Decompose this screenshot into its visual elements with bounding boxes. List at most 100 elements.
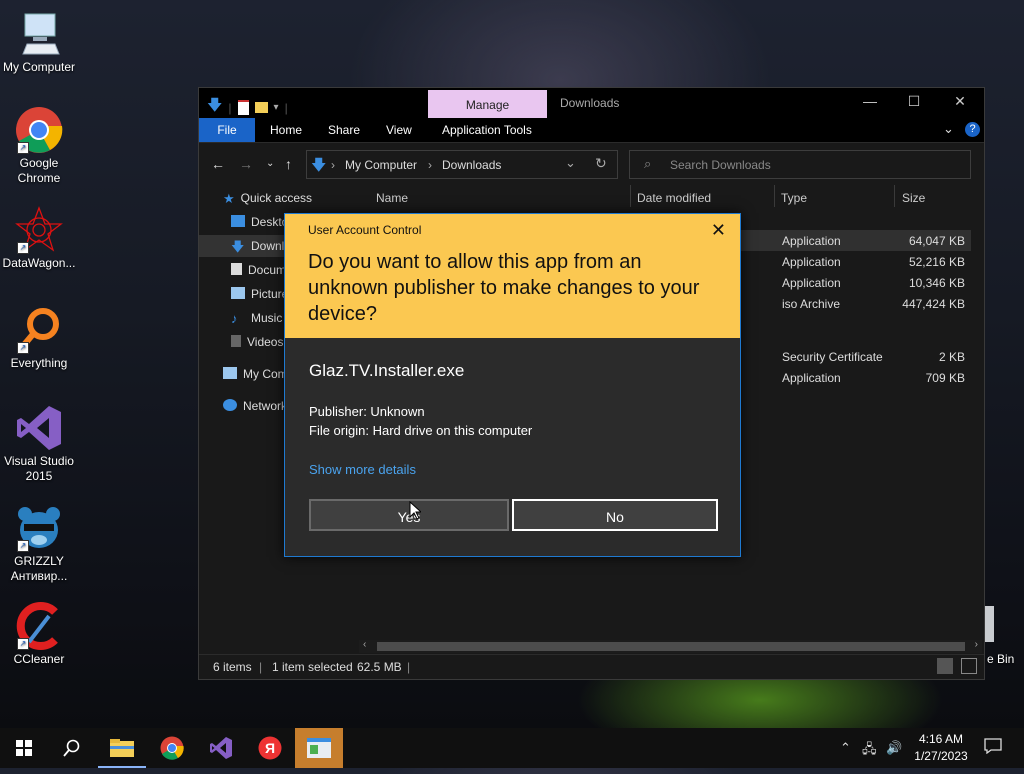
tab-share[interactable]: Share — [328, 123, 360, 137]
uac-shield-window-icon — [307, 738, 331, 758]
uac-banner: User Account Control ✕ Do you want to al… — [285, 214, 740, 338]
desktop-icon-label: CCleaner — [13, 652, 65, 666]
desktop-icon-everything[interactable]: ↗ Everything — [0, 306, 78, 371]
column-separator — [894, 185, 895, 207]
expand-ribbon-icon[interactable]: ⌄ — [943, 121, 954, 137]
breadcrumb-separator: › — [331, 158, 335, 172]
address-bar[interactable]: 🡇 › My Computer › Downloads ⌄ ↻ — [306, 150, 618, 179]
tab-file[interactable]: File — [199, 118, 255, 142]
show-more-details-link[interactable]: Show more details — [309, 462, 416, 477]
taskbar-uac-prompt[interactable] — [295, 728, 343, 768]
desktop-icon-my-computer[interactable]: My Computer — [0, 10, 78, 75]
publisher-text: Publisher: Unknown — [309, 404, 425, 419]
column-header-type[interactable]: Type — [781, 191, 807, 205]
navigation-bar: ← → ⌄ ↑ 🡇 › My Computer › Downloads ⌄ ↻ … — [199, 143, 984, 183]
svg-text:Я: Я — [265, 740, 275, 756]
ribbon-tabs: File Home Share View Application Tools ⌄… — [199, 118, 984, 143]
horizontal-scrollbar[interactable]: ‹ › — [359, 639, 982, 653]
grizzly-icon: ↗ — [15, 504, 63, 552]
tab-application-tools[interactable]: Application Tools — [442, 123, 532, 137]
pictures-icon — [231, 287, 245, 299]
tab-view[interactable]: View — [386, 123, 412, 137]
visual-studio-icon — [15, 404, 63, 452]
documents-icon — [231, 263, 242, 275]
monitor-icon — [15, 10, 63, 58]
music-icon: ♪ — [231, 311, 238, 326]
shortcut-arrow-icon: ↗ — [17, 540, 29, 552]
everything-icon: ↗ — [15, 306, 63, 354]
start-button[interactable] — [0, 728, 48, 768]
scrollbar-thumb[interactable] — [377, 642, 965, 651]
column-header-size[interactable]: Size — [902, 191, 925, 205]
volume-icon[interactable]: 🔊 — [886, 740, 902, 756]
up-button[interactable]: ↑ — [285, 156, 292, 172]
uac-dialog: User Account Control ✕ Do you want to al… — [284, 213, 741, 557]
search-icon — [63, 739, 80, 757]
search-button[interactable] — [48, 728, 96, 768]
customize-toolbar-icon[interactable]: ▾ — [274, 102, 279, 113]
minimize-button[interactable]: — — [855, 93, 885, 109]
desktop-icon-label: Visual Studio 2015 — [4, 454, 74, 483]
scroll-right-icon[interactable]: › — [975, 639, 978, 650]
close-icon[interactable]: ✕ — [711, 220, 726, 241]
close-button[interactable]: ✕ — [945, 93, 975, 110]
column-header-date[interactable]: Date modified — [637, 191, 711, 205]
title-bar: 🡇 | ▾ | Manage Downloads — ☐ ✕ — [199, 88, 984, 118]
breadcrumb-downloads[interactable]: Downloads — [442, 158, 501, 172]
back-button[interactable]: ← — [211, 156, 225, 172]
downloads-folder-icon: 🡇 — [311, 157, 327, 174]
notification-center-icon[interactable] — [984, 738, 1002, 757]
recycle-bin-icon — [984, 606, 994, 642]
help-icon[interactable]: ? — [965, 122, 980, 137]
desktop-icon-label: GRIZZLY Антивир... — [10, 554, 68, 583]
desktop-icon-visual-studio[interactable]: Visual Studio 2015 — [0, 404, 78, 484]
recent-locations-button[interactable]: ⌄ — [266, 158, 274, 169]
breadcrumb-my-computer[interactable]: My Computer — [345, 158, 417, 172]
show-hidden-icons-button[interactable]: ⌃ — [840, 740, 851, 756]
tab-manage[interactable]: Manage — [428, 90, 547, 118]
desktop-icon-label: DataWagon... — [2, 256, 76, 270]
large-icons-view-icon[interactable] — [961, 658, 977, 674]
clock-time: 4:16 AM — [918, 732, 964, 746]
ccleaner-icon: ↗ — [15, 602, 63, 650]
no-button[interactable]: No — [512, 499, 718, 531]
selection-size: 62.5 MB — [357, 660, 402, 674]
refresh-icon[interactable]: ↻ — [595, 155, 607, 172]
desktop-icon-datawagon[interactable]: ↗ DataWagon... — [0, 206, 78, 271]
folder-icon — [110, 739, 134, 757]
details-view-icon[interactable] — [937, 658, 953, 674]
forward-button[interactable]: → — [239, 156, 253, 172]
nav-quick-access[interactable]: ★ Quick access — [223, 187, 357, 209]
address-dropdown-icon[interactable]: ⌄ — [565, 155, 576, 171]
status-bar: 6 items | 1 item selected 62.5 MB | — [199, 654, 984, 679]
maximize-button[interactable]: ☐ — [899, 93, 929, 110]
properties-icon[interactable] — [237, 100, 249, 115]
desktop-icon-label: My Computer — [2, 60, 76, 74]
desktop-icon-google-chrome[interactable]: ↗ Google Chrome — [0, 106, 78, 186]
visual-studio-icon — [210, 737, 232, 759]
desktop-icon-grizzly[interactable]: ↗ GRIZZLY Антивир... — [0, 504, 78, 584]
taskbar-visual-studio[interactable] — [197, 728, 245, 768]
chrome-icon: ↗ — [15, 106, 63, 154]
taskbar-file-explorer[interactable] — [98, 728, 146, 768]
windows-icon — [16, 740, 32, 756]
column-header-name[interactable]: Name — [376, 191, 408, 205]
desktop-icon-recycle-bin[interactable]: e Bin — [984, 606, 1024, 676]
scroll-left-icon[interactable]: ‹ — [363, 639, 366, 650]
network-icon[interactable]: 🖧 — [862, 740, 877, 762]
taskbar-yandex-browser[interactable]: Я — [246, 728, 294, 768]
search-icon: ⌕ — [644, 156, 652, 171]
yandex-icon: Я — [258, 736, 282, 760]
system-clock[interactable]: 4:16 AM 1/27/2023 — [910, 731, 972, 765]
desktop-icon-label: Google Chrome — [17, 156, 61, 185]
desktop-icon-ccleaner[interactable]: ↗ CCleaner — [0, 602, 78, 667]
taskbar-chrome[interactable] — [148, 728, 196, 768]
monitor-icon — [223, 367, 237, 379]
mouse-cursor-icon — [409, 500, 423, 523]
desktop-icon-label: e Bin — [987, 652, 1015, 666]
chrome-icon — [160, 736, 184, 760]
search-box[interactable]: ⌕ Search Downloads — [629, 150, 971, 179]
new-folder-icon[interactable] — [254, 102, 268, 113]
dialog-caption: User Account Control — [308, 223, 422, 237]
tab-home[interactable]: Home — [270, 123, 302, 137]
